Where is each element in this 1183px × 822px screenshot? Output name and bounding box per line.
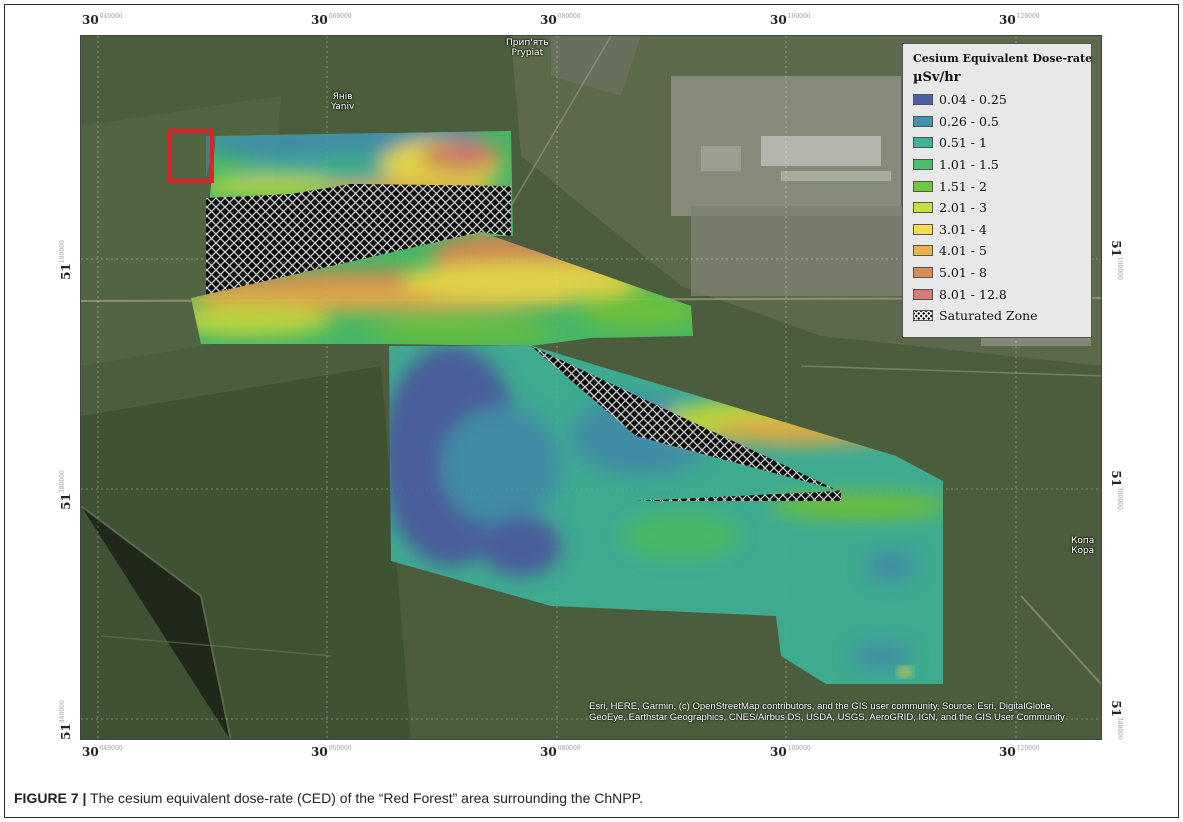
place-label-pripyat: Прип'ять Prypiat	[506, 38, 549, 58]
place-label-kop: Копа Кора	[1071, 536, 1095, 556]
lon-label-top-2: 30060000	[311, 13, 352, 27]
legend-label-saturated: Saturated Zone	[939, 308, 1038, 324]
legend-label: 1.01 - 1.5	[939, 157, 999, 173]
legend-label: 3.01 - 4	[939, 221, 987, 237]
legend-row: 8.01 - 12.8	[913, 283, 1081, 305]
legend-label: 4.01 - 5	[939, 243, 987, 259]
legend-row: 0.26 - 0.5	[913, 111, 1081, 133]
legend-row: 0.51 - 1	[913, 132, 1081, 154]
lat-label-right-3: 51340000	[1109, 700, 1123, 740]
legend-swatch	[913, 94, 933, 106]
lat-label-right-1: 51190000	[1109, 240, 1123, 280]
legend-label: 5.01 - 8	[939, 265, 987, 281]
lon-label-top-1: 30040000	[82, 13, 123, 27]
legend-row-saturated: Saturated Zone	[913, 305, 1081, 327]
legend-swatch	[913, 137, 933, 149]
legend-swatch	[913, 267, 933, 279]
lon-label-top-5: 30120000	[999, 13, 1040, 27]
legend-swatch	[913, 288, 933, 300]
saturated-swatch	[913, 310, 933, 322]
map-canvas[interactable]: Прип'ять Prypiat Янів Yaniv Копа Кора Cesiu…	[80, 35, 1102, 740]
lon-label-bottom-1: 30040000	[82, 745, 123, 759]
legend-label: 0.04 - 0.25	[939, 92, 1007, 108]
legend-label: 0.51 - 1	[939, 135, 987, 151]
map-legend: Cesium Equivalent Dose-rate µSv/hr 0.04 …	[902, 43, 1092, 338]
figure-label: FIGURE 7 |	[14, 790, 87, 806]
legend-swatch	[913, 180, 933, 192]
figure-caption-text: The cesium equivalent dose-rate (CED) of…	[90, 790, 644, 806]
legend-swatch	[913, 245, 933, 257]
legend-label: 1.51 - 2	[939, 178, 987, 194]
legend-row: 2.01 - 3	[913, 197, 1081, 219]
legend-swatch	[913, 202, 933, 214]
legend-label: 2.01 - 3	[939, 200, 987, 216]
legend-row: 0.04 - 0.25	[913, 89, 1081, 111]
legend-row: 1.51 - 2	[913, 175, 1081, 197]
legend-swatch	[913, 159, 933, 171]
figure-caption: FIGURE 7 | The cesium equivalent dose-ra…	[14, 790, 643, 806]
legend-swatch	[913, 115, 933, 127]
legend-label: 8.01 - 12.8	[939, 286, 1007, 302]
place-label-yaniv: Янів Yaniv	[331, 92, 355, 112]
lat-label-left-1: 51190000	[59, 240, 73, 280]
legend-title: Cesium Equivalent Dose-rate	[913, 52, 1093, 65]
legend-units: µSv/hr	[913, 70, 961, 85]
legend-swatch	[913, 223, 933, 235]
legend-class-list: 0.04 - 0.25 0.26 - 0.5 0.51 - 1 1.01 - 1.5 1…	[913, 89, 1081, 305]
legend-row: 3.01 - 4	[913, 219, 1081, 241]
legend-row: 4.01 - 5	[913, 240, 1081, 262]
lat-label-left-2: 51380000	[59, 470, 73, 510]
lon-label-bottom-3: 30080000	[540, 745, 581, 759]
map-attribution: Esri, HERE, Garmin, (c) OpenStreetMap co…	[589, 701, 1065, 723]
lon-label-bottom-5: 30120000	[999, 745, 1040, 759]
legend-row: 1.01 - 1.5	[913, 154, 1081, 176]
lat-label-left-3: 51340000	[59, 700, 73, 740]
lat-label-right-2: 51380000	[1109, 470, 1123, 510]
legend-row: 5.01 - 8	[913, 262, 1081, 284]
lon-label-bottom-2: 30060000	[311, 745, 352, 759]
lon-label-bottom-4: 30100000	[770, 745, 811, 759]
lon-label-top-3: 30080000	[540, 13, 581, 27]
legend-label: 0.26 - 0.5	[939, 113, 999, 129]
lon-label-top-4: 30100000	[770, 13, 811, 27]
